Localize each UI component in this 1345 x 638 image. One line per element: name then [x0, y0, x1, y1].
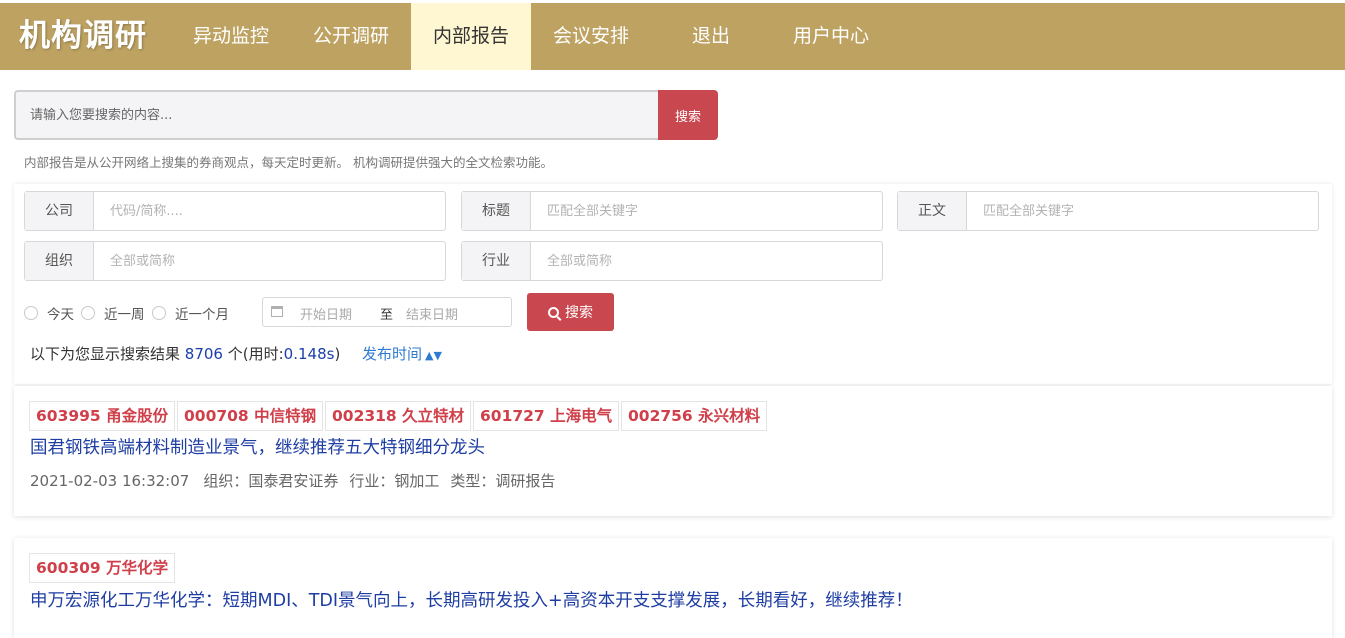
radio-today-label: 今天: [47, 307, 74, 323]
stock-tag[interactable]: 002318 久立特材: [325, 401, 472, 431]
nav-item-internal-report[interactable]: 内部报告: [411, 3, 531, 70]
radio-circle-icon: [81, 306, 95, 320]
search-button[interactable]: 搜索: [658, 90, 718, 140]
logo[interactable]: 机构调研: [19, 3, 147, 70]
title-field: 标题: [461, 191, 883, 231]
report-industry: 行业：钢加工: [349, 472, 440, 490]
filter-search-label: 搜索: [565, 305, 593, 321]
report-title-link[interactable]: 申万宏源化工万华化学：短期MDI、TDI景气向上，长期高研发投入+高资本开支支撑…: [30, 587, 913, 612]
result-close: ): [334, 345, 341, 363]
org-field: 组织: [24, 241, 446, 281]
nav-item-logout[interactable]: 退出: [651, 3, 771, 70]
title-label: 标题: [462, 192, 531, 230]
report-title-link[interactable]: 国君钢铁高端材料制造业景气，继续推荐五大特钢细分龙头: [30, 434, 485, 459]
top-nav: 机构调研 异动监控 公开调研 内部报告 会议安排 退出 用户中心: [0, 3, 1345, 70]
radio-week[interactable]: 近一周: [81, 304, 145, 323]
report-date: 2021-02-03 16:32:07: [30, 472, 190, 490]
search-icon: [548, 306, 559, 318]
stock-tag[interactable]: 002756 永兴材料: [621, 401, 768, 431]
sort-label: 发布时间: [362, 345, 423, 363]
radio-week-label: 近一周: [104, 307, 145, 323]
report-meta: 2021-02-03 16:32:07 组织：国泰君安证券 行业：钢加工 类型：调研报…: [30, 470, 566, 491]
sort-by-time[interactable]: 发布时间 ▲▼: [362, 343, 442, 364]
result-summary: 以下为您显示搜索结果 8706 个(用时:0.148s): [30, 343, 340, 364]
stock-tag[interactable]: 603995 甬金股份: [29, 401, 176, 431]
stock-tag[interactable]: 600309 万华化学: [29, 553, 176, 583]
stock-tag[interactable]: 000708 中信特钢: [177, 401, 324, 431]
end-date-input[interactable]: 结束日期: [406, 304, 458, 323]
report-card: 603995 甬金股份 000708 中信特钢 002318 久立特材 6017…: [14, 386, 1332, 516]
result-unit: 个(用时:: [227, 345, 284, 363]
title-input[interactable]: [532, 192, 882, 230]
radio-circle-icon: [24, 306, 38, 320]
global-search: 搜索: [14, 90, 718, 140]
body-input[interactable]: [968, 192, 1318, 230]
company-input[interactable]: [95, 192, 445, 230]
stock-tag[interactable]: 601727 上海电气: [473, 401, 620, 431]
nav-item-public-research[interactable]: 公开调研: [291, 3, 411, 70]
nav-item-user-center[interactable]: 用户中心: [771, 3, 891, 70]
radio-circle-icon: [152, 306, 166, 320]
nav-item-abnormal-monitor[interactable]: 异动监控: [172, 3, 290, 70]
search-input[interactable]: [14, 90, 659, 140]
report-type: 类型：调研报告: [450, 472, 556, 490]
radio-today[interactable]: 今天: [24, 304, 74, 323]
body-label: 正文: [898, 192, 967, 230]
body-field: 正文: [897, 191, 1319, 231]
date-separator: 至: [380, 308, 394, 323]
industry-input[interactable]: [532, 242, 882, 280]
report-card: 600309 万华化学 申万宏源化工万华化学：短期MDI、TDI景气向上，长期高…: [14, 538, 1332, 638]
industry-label: 行业: [462, 242, 531, 280]
nav-item-meetings[interactable]: 会议安排: [531, 3, 651, 70]
calendar-icon: [271, 306, 283, 317]
start-date-input[interactable]: 开始日期: [300, 304, 352, 323]
result-time: 0.148s: [283, 345, 335, 363]
company-field: 公司: [24, 191, 446, 231]
org-input[interactable]: [95, 242, 445, 280]
result-prefix: 以下为您显示搜索结果: [30, 345, 181, 363]
radio-month-label: 近一个月: [175, 307, 229, 323]
result-count: 8706: [184, 345, 223, 363]
date-range-picker[interactable]: 开始日期 至 结束日期: [262, 297, 512, 327]
report-org: 组织：国泰君安证券: [203, 472, 339, 490]
filter-search-button[interactable]: 搜索: [527, 293, 614, 331]
search-hint: 内部报告是从公开网络上搜集的券商观点，每天定时更新。 机构调研提供强大的全文检索…: [24, 155, 553, 170]
org-label: 组织: [25, 242, 94, 280]
radio-month[interactable]: 近一个月: [152, 304, 229, 323]
company-label: 公司: [25, 192, 94, 230]
sort-updown-icon: ▲▼: [425, 349, 442, 362]
industry-field: 行业: [461, 241, 883, 281]
